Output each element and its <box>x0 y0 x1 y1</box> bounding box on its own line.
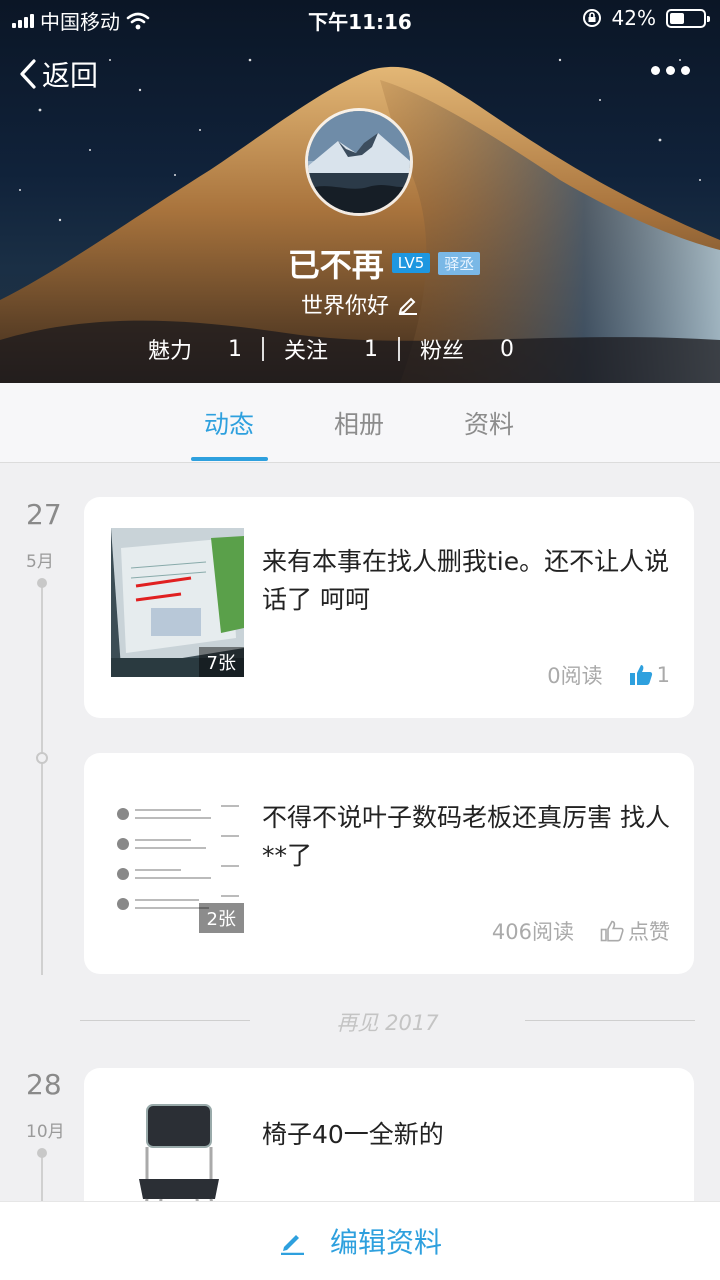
status-bar: 中国移动 下午11:16 42% <box>0 0 720 38</box>
rank-badge: 驿丞 <box>438 251 481 275</box>
edit-profile-button[interactable]: 编辑资料 <box>0 1201 720 1280</box>
read-count: 0阅读 <box>547 664 603 688</box>
edit-profile-label: 编辑资料 <box>329 1226 442 1259</box>
level-badge: LV5 <box>391 253 431 273</box>
thumbs-up-filled-icon <box>629 665 652 685</box>
post-date-day: 27 <box>26 498 62 531</box>
timeline-dot <box>37 578 47 588</box>
like-button[interactable]: 1 <box>629 663 670 687</box>
back-label: 返回 <box>42 59 99 92</box>
stat-following-label[interactable]: 关注 <box>284 333 328 365</box>
tab-profile-info[interactable]: 资料 <box>464 405 514 441</box>
image-count-badge: 7张 <box>198 647 244 677</box>
like-label: 点赞 <box>628 920 670 944</box>
post-thumbnail[interactable]: 2张 <box>111 784 244 933</box>
image-count-badge: 2张 <box>198 903 244 933</box>
tab-album[interactable]: 相册 <box>334 405 384 441</box>
post-text[interactable]: 不得不说叶子数码老板还真厉害 找人**了 <box>262 799 672 875</box>
read-count: 406阅读 <box>491 920 574 944</box>
stat-divider <box>398 337 401 361</box>
stat-charm-label: 魅力 <box>148 339 193 364</box>
thumbs-up-outline-icon <box>600 920 624 942</box>
stat-fans-label[interactable]: 粉丝 <box>420 333 464 365</box>
battery-icon <box>666 8 710 28</box>
year-divider-text: 再见 2017 <box>336 1011 439 1035</box>
battery-percent: 42% <box>611 6 656 30</box>
like-count: 1 <box>656 663 670 687</box>
post-date-month: 5月 <box>26 552 54 572</box>
chevron-left-icon <box>20 59 36 89</box>
timeline-line <box>41 1155 43 1205</box>
post-text[interactable]: 椅子40一全新的 <box>262 1116 672 1154</box>
post-thumbnail[interactable]: 7张 <box>111 528 244 677</box>
profile-header: 中国移动 下午11:16 42% 返回 已不再 LV5 驿丞 世界你好 魅力 1… <box>0 0 720 383</box>
back-button[interactable]: 返回 <box>18 54 98 94</box>
post-meta: 0阅读 1 <box>547 660 670 690</box>
edit-pencil-icon[interactable] <box>397 293 419 315</box>
year-divider: 再见 2017 <box>80 1005 695 1035</box>
stat-following-value[interactable]: 1 <box>364 337 378 362</box>
post-date-day: 28 <box>26 1068 62 1101</box>
profile-tabs: 动态 相册 资料 <box>0 383 720 463</box>
more-options-button[interactable] <box>651 66 690 75</box>
avatar[interactable] <box>305 108 413 216</box>
post-date-month: 10月 <box>26 1122 65 1142</box>
like-button[interactable]: 点赞 <box>600 916 670 946</box>
post-card[interactable]: 2张 不得不说叶子数码老板还真厉害 找人**了 406阅读 点赞 <box>84 753 694 974</box>
stat-fans-value[interactable]: 0 <box>500 337 514 362</box>
stat-divider <box>262 337 265 361</box>
stat-charm-value: 1 <box>228 336 243 362</box>
post-text[interactable]: 来有本事在找人删我tie。还不让人说话了 呵呵 <box>262 543 672 619</box>
timeline-dot <box>37 1148 47 1158</box>
orientation-lock-icon <box>582 9 601 27</box>
profile-stats: 魅力 1 关注 1 粉丝 0 <box>148 333 588 365</box>
timeline-line <box>41 583 43 975</box>
active-tab-indicator <box>191 457 268 461</box>
edit-pencil-icon <box>280 1235 304 1255</box>
tab-activity[interactable]: 动态 <box>204 405 254 441</box>
timeline-dot <box>36 752 48 764</box>
avatar-landscape-image <box>308 111 410 213</box>
signature-text: 世界你好 <box>300 294 389 319</box>
post-meta: 406阅读 点赞 <box>492 916 670 946</box>
username: 已不再 <box>287 246 384 284</box>
post-card[interactable]: 7张 来有本事在找人删我tie。还不让人说话了 呵呵 0阅读 1 <box>84 497 694 718</box>
